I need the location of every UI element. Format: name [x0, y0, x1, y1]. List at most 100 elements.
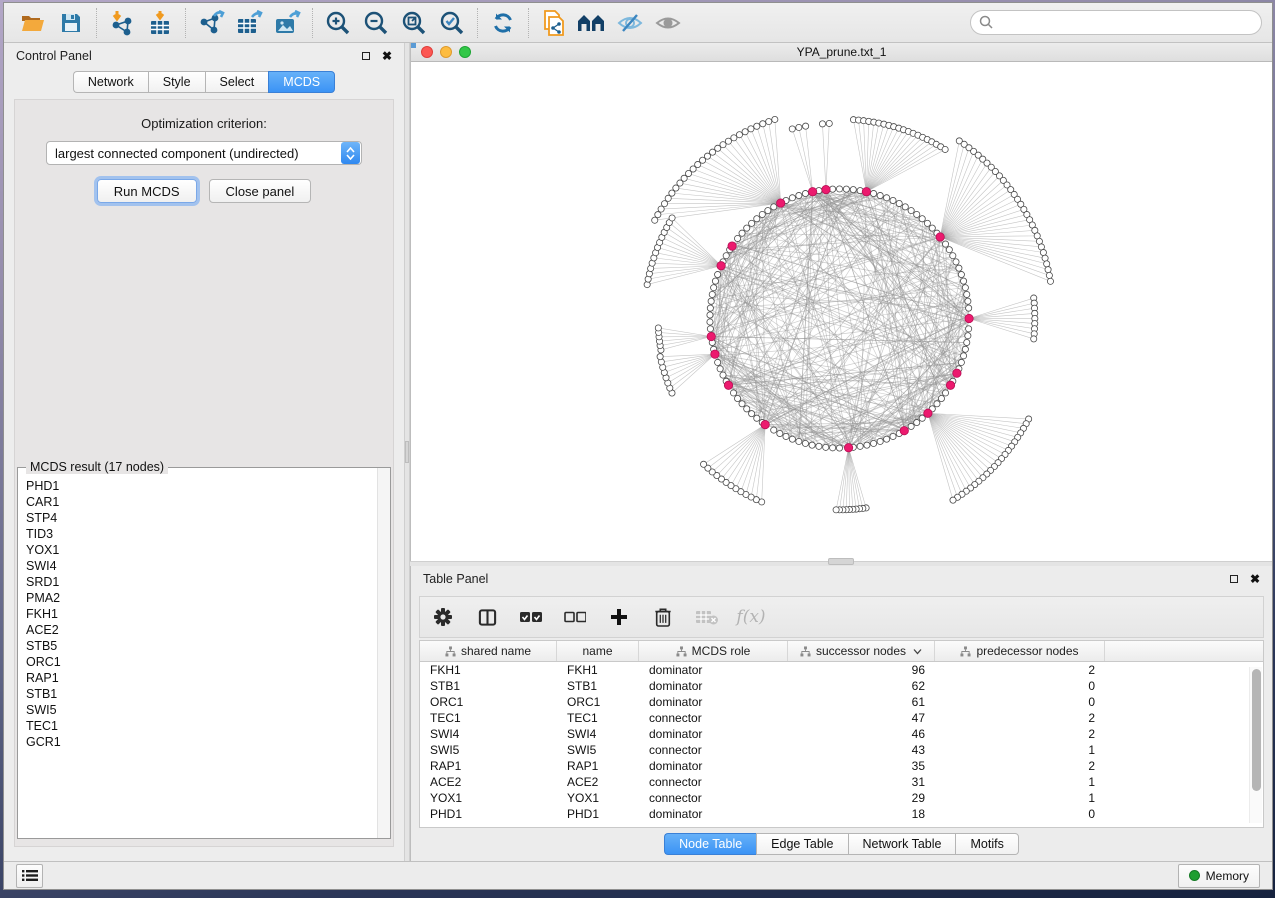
float-panel-icon[interactable] [360, 50, 372, 62]
table-cell: 47 [788, 711, 935, 725]
zoom-fit-icon[interactable] [395, 6, 433, 40]
mcds-result-list: PHD1CAR1STP4TID3YOX1SWI4SRD1PMA2FKH1ACE2… [18, 468, 377, 838]
mcds-result-item[interactable]: ACE2 [26, 622, 377, 638]
first-neighbors-icon[interactable] [573, 6, 611, 40]
splitter-grip[interactable] [828, 558, 854, 565]
mcds-result-item[interactable]: TEC1 [26, 718, 377, 734]
mcds-result-item[interactable]: ORC1 [26, 654, 377, 670]
open-folder-icon[interactable] [14, 6, 52, 40]
mcds-result-item[interactable]: PMA2 [26, 590, 377, 606]
table-row[interactable]: TEC1TEC1connector472 [420, 710, 1263, 726]
zoom-selected-icon[interactable] [433, 6, 471, 40]
add-column-icon[interactable] [606, 602, 632, 632]
table-row[interactable]: STB1STB1dominator620 [420, 678, 1263, 694]
table-row[interactable]: SWI4SWI4dominator462 [420, 726, 1263, 742]
delete-column-icon[interactable] [650, 602, 676, 632]
export-network-icon[interactable] [192, 6, 230, 40]
mcds-result-item[interactable]: GCR1 [26, 734, 377, 750]
table-cell: FKH1 [420, 663, 557, 677]
mcds-result-item[interactable]: TID3 [26, 526, 377, 542]
mcds-list-scrollbar[interactable] [377, 468, 390, 838]
scrollbar-thumb[interactable] [1252, 669, 1261, 791]
mcds-result-item[interactable]: PHD1 [26, 478, 377, 494]
mcds-result-item[interactable]: SWI4 [26, 558, 377, 574]
run-mcds-button[interactable]: Run MCDS [97, 179, 197, 203]
select-stepper-icon [341, 142, 360, 164]
column-header-MCDS-role[interactable]: MCDS role [639, 641, 788, 661]
mcds-result-item[interactable]: CAR1 [26, 494, 377, 510]
table-cell: 0 [935, 695, 1105, 709]
table-row[interactable]: RAP1RAP1dominator352 [420, 758, 1263, 774]
show-column-icon[interactable] [474, 602, 500, 632]
close-window-icon[interactable] [421, 46, 433, 58]
mcds-result-item[interactable]: SWI5 [26, 702, 377, 718]
table-options-gear-icon[interactable] [430, 602, 456, 632]
float-panel-icon[interactable] [1228, 573, 1240, 585]
mcds-result-item[interactable]: FKH1 [26, 606, 377, 622]
vertical-splitter[interactable] [404, 43, 410, 861]
splitter-grip[interactable] [405, 441, 409, 463]
toolbar-separator [477, 8, 478, 38]
task-history-icon[interactable] [16, 864, 43, 888]
table-row[interactable]: ACE2ACE2connector311 [420, 774, 1263, 790]
column-header-shared-name[interactable]: shared name [420, 641, 557, 661]
tab-motifs[interactable]: Motifs [955, 833, 1018, 855]
import-network-icon[interactable] [103, 6, 141, 40]
function-builder-icon: f(x) [738, 602, 764, 632]
search-input[interactable] [970, 10, 1262, 35]
table-row[interactable]: FKH1FKH1dominator962 [420, 662, 1263, 678]
clone-network-icon[interactable] [535, 6, 573, 40]
column-header-predecessor-nodes[interactable]: predecessor nodes [935, 641, 1105, 661]
zoom-in-icon[interactable] [319, 6, 357, 40]
memory-button[interactable]: Memory [1178, 864, 1260, 888]
export-image-icon[interactable] [268, 6, 306, 40]
table-cell: SWI4 [420, 727, 557, 741]
table-cell: 0 [935, 679, 1105, 693]
import-table-icon[interactable] [141, 6, 179, 40]
mcds-result-item[interactable]: STP4 [26, 510, 377, 526]
deselect-all-rows-icon[interactable] [562, 602, 588, 632]
network-graph[interactable] [411, 62, 1272, 561]
table-cell: 43 [788, 743, 935, 757]
tab-style[interactable]: Style [148, 71, 205, 93]
table-row[interactable]: PHD1PHD1dominator180 [420, 806, 1263, 822]
close-panel-icon[interactable]: ✖ [382, 49, 392, 63]
toolbar-separator [528, 8, 529, 38]
close-panel-button[interactable]: Close panel [209, 179, 312, 203]
table-cell: ACE2 [420, 775, 557, 789]
zoom-out-icon[interactable] [357, 6, 395, 40]
toolbar-separator [96, 8, 97, 38]
horizontal-splitter[interactable] [410, 561, 1272, 566]
tab-node-table[interactable]: Node Table [664, 833, 756, 855]
table-row[interactable]: SWI5SWI5connector431 [420, 742, 1263, 758]
table-cell: SWI5 [557, 743, 639, 757]
table-row[interactable]: YOX1YOX1connector291 [420, 790, 1263, 806]
show-all-icon[interactable] [649, 6, 687, 40]
search-container [970, 10, 1262, 35]
mcds-result-item[interactable]: STB1 [26, 686, 377, 702]
save-icon[interactable] [52, 6, 90, 40]
column-header-name[interactable]: name [557, 641, 639, 661]
refresh-icon[interactable] [484, 6, 522, 40]
table-row[interactable]: ORC1ORC1dominator610 [420, 694, 1263, 710]
tab-mcds[interactable]: MCDS [268, 71, 335, 93]
tab-network[interactable]: Network [73, 71, 148, 93]
table-scrollbar[interactable] [1249, 667, 1262, 823]
table-cell: 2 [935, 759, 1105, 773]
criterion-select[interactable]: largest connected component (undirected) [46, 141, 362, 165]
tab-select[interactable]: Select [205, 71, 269, 93]
mcds-result-item[interactable]: RAP1 [26, 670, 377, 686]
select-all-rows-icon[interactable] [518, 602, 544, 632]
hide-selected-icon[interactable] [611, 6, 649, 40]
tab-edge-table[interactable]: Edge Table [756, 833, 847, 855]
mcds-result-item[interactable]: YOX1 [26, 542, 377, 558]
close-panel-icon[interactable]: ✖ [1250, 572, 1260, 586]
minimize-window-icon[interactable] [440, 46, 452, 58]
mcds-result-item[interactable]: SRD1 [26, 574, 377, 590]
table-cell: connector [639, 791, 788, 805]
mcds-result-item[interactable]: STB5 [26, 638, 377, 654]
column-header-successor-nodes[interactable]: successor nodes [788, 641, 935, 661]
export-table-icon[interactable] [230, 6, 268, 40]
maximize-window-icon[interactable] [459, 46, 471, 58]
tab-network-table[interactable]: Network Table [848, 833, 956, 855]
